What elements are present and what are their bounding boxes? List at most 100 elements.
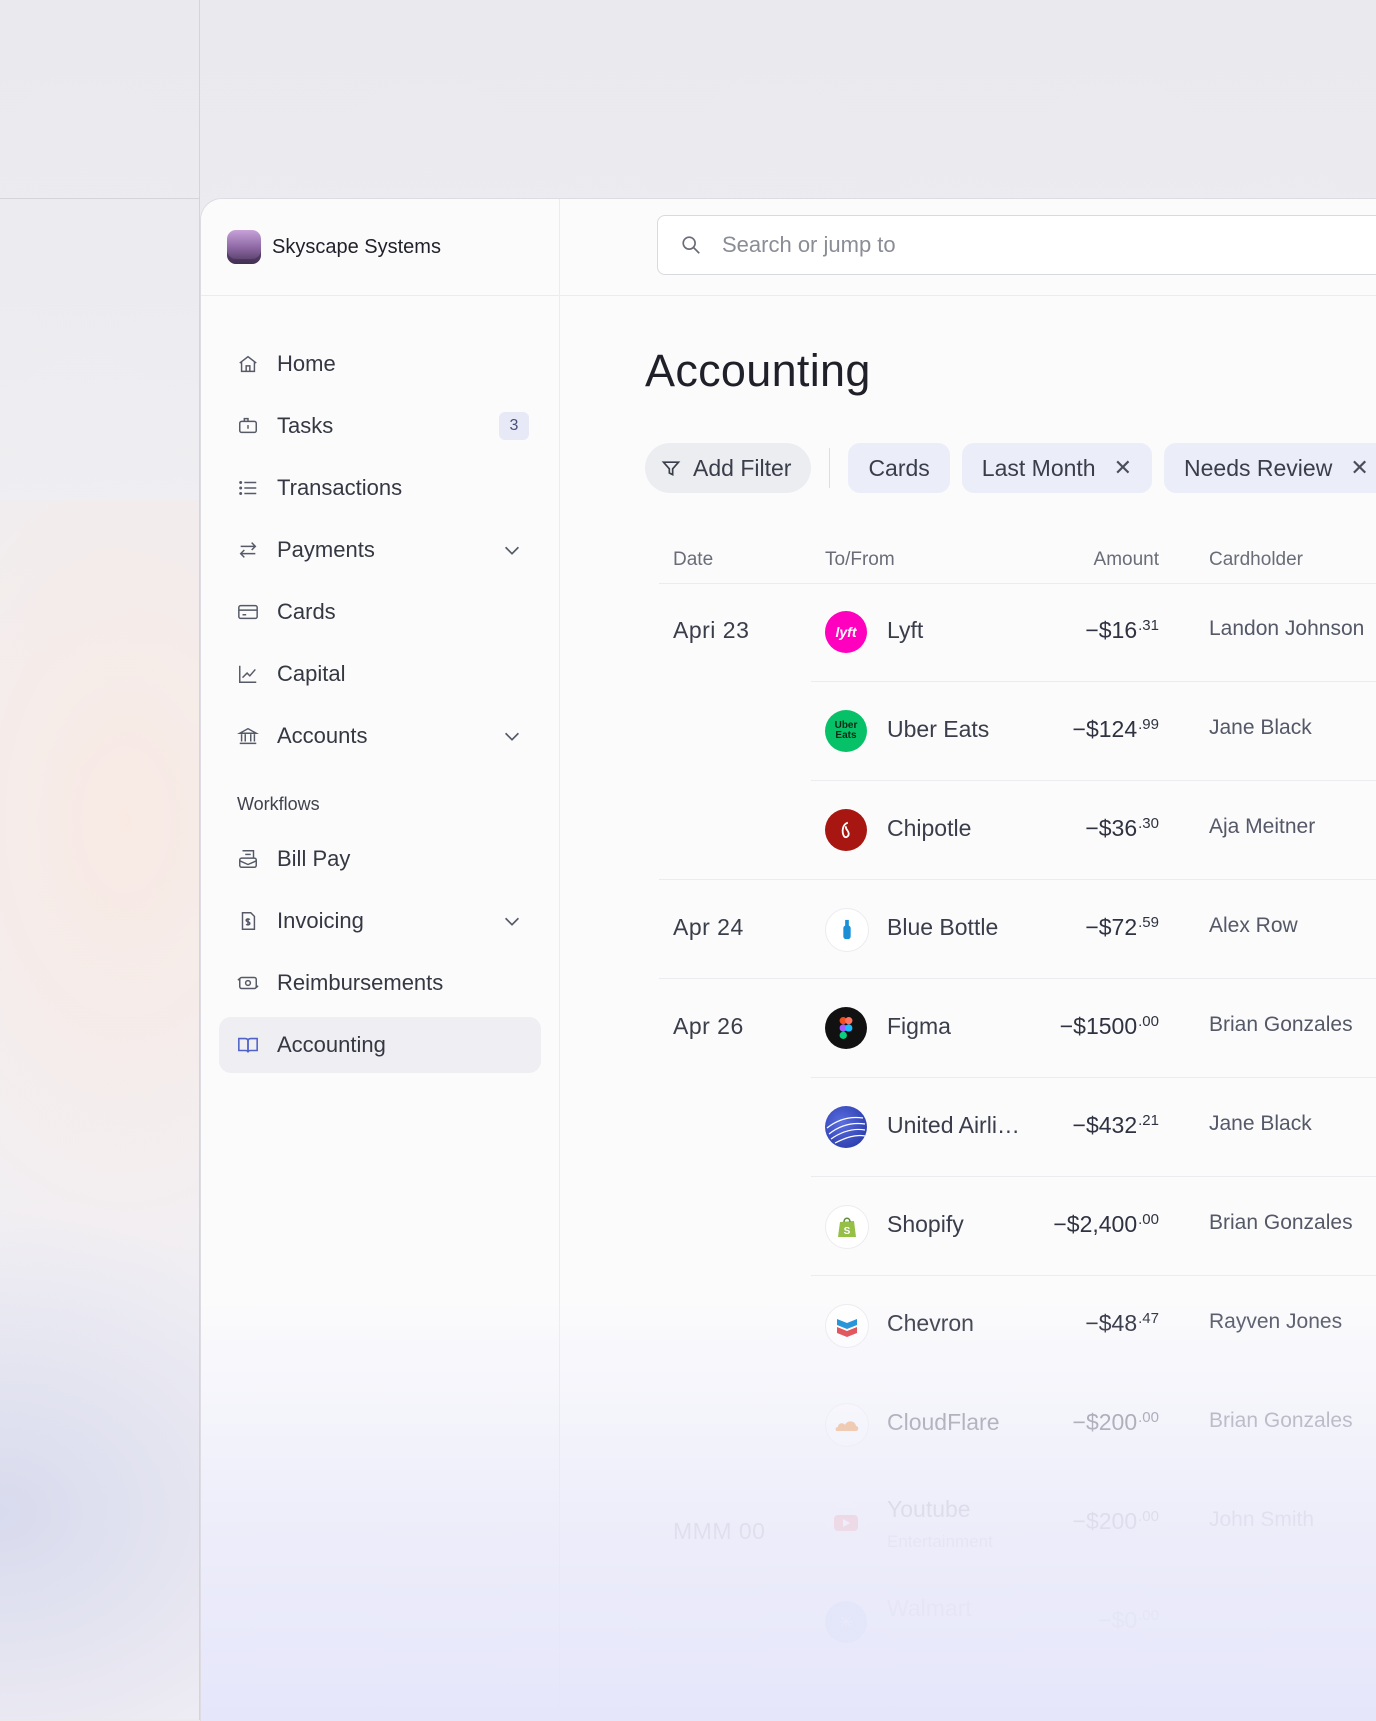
- row-amount: −$36.30: [1085, 815, 1159, 841]
- column-header-to-from[interactable]: To/From: [825, 549, 895, 571]
- chart-icon: [237, 663, 259, 685]
- top-bar: [559, 199, 1376, 296]
- chevron-down-icon[interactable]: [501, 910, 523, 932]
- row-date: Apr 26: [673, 1013, 744, 1039]
- shopify-logo-icon: S: [825, 1205, 869, 1249]
- sidebar-item-home[interactable]: Home: [219, 336, 541, 392]
- filter-chip-cards[interactable]: Cards: [848, 443, 950, 493]
- table-row[interactable]: United Airli… −$432.21 Jane Black: [659, 1078, 1376, 1177]
- brand-logo-icon: [227, 230, 261, 264]
- column-header-cardholder[interactable]: Cardholder: [1209, 549, 1303, 571]
- sidebar-item-label: Reimbursements: [277, 970, 444, 995]
- table-row[interactable]: Apr 26 Figma −$1500.00 Brian Gonzales: [659, 979, 1376, 1078]
- lyft-logo-icon: lyft: [825, 611, 867, 653]
- sidebar-item-label: Capital: [277, 661, 346, 686]
- walmart-logo-icon: ✳: [825, 1601, 867, 1643]
- sidebar-item-label: Payments: [277, 537, 375, 562]
- table-row[interactable]: Chevron −$48.47 Rayven Jones: [659, 1276, 1376, 1375]
- column-header-date[interactable]: Date: [673, 549, 713, 571]
- row-amount: −$432.21: [1072, 1112, 1159, 1138]
- filter-chip-label: Needs Review: [1184, 454, 1333, 481]
- list-icon: [237, 477, 259, 499]
- uber-eats-logo-icon: Uber Eats: [825, 710, 867, 752]
- sidebar-item-transactions[interactable]: Transactions: [219, 460, 541, 516]
- bill-icon: [237, 848, 259, 870]
- search-bar[interactable]: [657, 215, 1376, 275]
- sidebar-item-bill-pay[interactable]: Bill Pay: [219, 831, 541, 887]
- svg-text:S: S: [844, 1226, 851, 1237]
- table-row[interactable]: Chipotle −$36.30 Aja Meitner: [659, 781, 1376, 880]
- row-cardholder: Rayven Jones: [1209, 1310, 1343, 1333]
- brand-header[interactable]: Skyscape Systems: [201, 199, 559, 296]
- sidebar-item-reimbursements[interactable]: Reimbursements: [219, 955, 541, 1011]
- book-icon: [237, 1034, 259, 1056]
- page-title: Accounting: [645, 345, 871, 396]
- cloudflare-logo-icon: [825, 1403, 869, 1447]
- row-amount: −$72.59: [1085, 914, 1159, 940]
- sidebar: Skyscape Systems Home Tasks 3 Transactio…: [201, 199, 560, 1721]
- table-header: Date To/From Amount Cardholder: [659, 539, 1376, 584]
- row-merchant: Figma: [887, 1013, 951, 1039]
- sidebar-item-invoicing[interactable]: Invoicing: [219, 893, 541, 949]
- table-row[interactable]: Uber Eats Uber Eats −$124.99 Jane Black: [659, 682, 1376, 781]
- filter-chip-last-month[interactable]: Last Month ✕: [961, 443, 1153, 493]
- sidebar-item-accounting[interactable]: Accounting: [219, 1017, 541, 1073]
- united-airlines-logo-icon: [825, 1106, 867, 1148]
- close-icon[interactable]: ✕: [1114, 455, 1132, 481]
- sidebar-item-label: Cards: [277, 599, 336, 624]
- search-icon: [682, 236, 700, 254]
- close-icon[interactable]: ✕: [1350, 455, 1368, 481]
- row-cardholder: Brian Gonzales: [1209, 1409, 1353, 1432]
- row-cardholder: Aja Meitner: [1209, 815, 1316, 838]
- sidebar-item-label: Tasks: [277, 413, 334, 438]
- tasks-count-badge: 3: [499, 412, 529, 440]
- chevron-down-icon[interactable]: [501, 725, 523, 747]
- table-row[interactable]: Apr 24 Blue Bottle −$72.59 Alex Row: [659, 880, 1376, 979]
- row-merchant-category: Entertainment: [887, 1532, 993, 1551]
- tasks-icon: [237, 415, 259, 437]
- main-content: Accounting Add Filter Cards Last Month ✕…: [559, 199, 1376, 1721]
- row-cardholder: Brian Gonzales: [1209, 1211, 1353, 1234]
- chevron-down-icon[interactable]: [501, 539, 523, 561]
- home-icon: [237, 353, 259, 375]
- table-row[interactable]: CloudFlare −$200.00 Brian Gonzales: [659, 1375, 1376, 1474]
- search-input[interactable]: [720, 231, 1324, 259]
- youtube-logo-icon: [825, 1502, 867, 1544]
- bank-icon: [237, 725, 259, 747]
- transactions-table: Apri 23 lyft Lyft −$16.31 Landon Johnson…: [659, 583, 1376, 1672]
- row-cardholder: Landon Johnson: [1209, 617, 1365, 640]
- sidebar-item-payments[interactable]: Payments: [219, 522, 541, 578]
- invoice-icon: [237, 910, 259, 932]
- table-row[interactable]: S Shopify −$2,400.00 Brian Gonzales: [659, 1177, 1376, 1276]
- row-amount: −$124.99: [1072, 716, 1159, 742]
- row-amount: −$200.00: [1072, 1409, 1159, 1435]
- sidebar-item-capital[interactable]: Capital: [219, 646, 541, 702]
- row-amount: −$16.31: [1085, 617, 1159, 643]
- row-amount: −$200.00: [1072, 1508, 1159, 1534]
- sidebar-item-label: Bill Pay: [277, 846, 351, 871]
- reimburse-icon: [237, 972, 259, 994]
- filter-chip-needs-review[interactable]: Needs Review ✕: [1164, 443, 1376, 493]
- sidebar-item-tasks[interactable]: Tasks 3: [219, 398, 541, 454]
- table-row[interactable]: ✳ Walmart −$0.00: [659, 1573, 1376, 1672]
- chevron-logo-icon: [825, 1304, 869, 1348]
- layout-guide-horizontal: [0, 198, 200, 199]
- row-cardholder: Brian Gonzales: [1209, 1013, 1353, 1036]
- column-header-amount[interactable]: Amount: [949, 549, 1159, 571]
- card-icon: [237, 601, 259, 623]
- row-cardholder: John Smith: [1209, 1508, 1315, 1531]
- filter-divider: [829, 448, 831, 488]
- sidebar-item-accounts[interactable]: Accounts: [219, 708, 541, 764]
- row-amount: −$0.00: [1098, 1607, 1159, 1633]
- sidebar-item-cards[interactable]: Cards: [219, 584, 541, 640]
- sidebar-item-label: Accounts: [277, 723, 368, 748]
- sidebar-item-label: Invoicing: [277, 908, 364, 933]
- sidebar-item-label: Home: [277, 351, 336, 376]
- sidebar-nav: Home Tasks 3 Transactions Payments Cards…: [201, 296, 559, 1073]
- add-filter-label: Add Filter: [693, 454, 792, 481]
- row-cardholder: Alex Row: [1209, 914, 1298, 937]
- table-row[interactable]: MMM 00 Youtube Entertainment −$200.00 Jo…: [659, 1474, 1376, 1573]
- row-amount: −$1500.00: [1059, 1013, 1159, 1039]
- table-row[interactable]: Apri 23 lyft Lyft −$16.31 Landon Johnson: [659, 583, 1376, 682]
- add-filter-button[interactable]: Add Filter: [645, 443, 812, 493]
